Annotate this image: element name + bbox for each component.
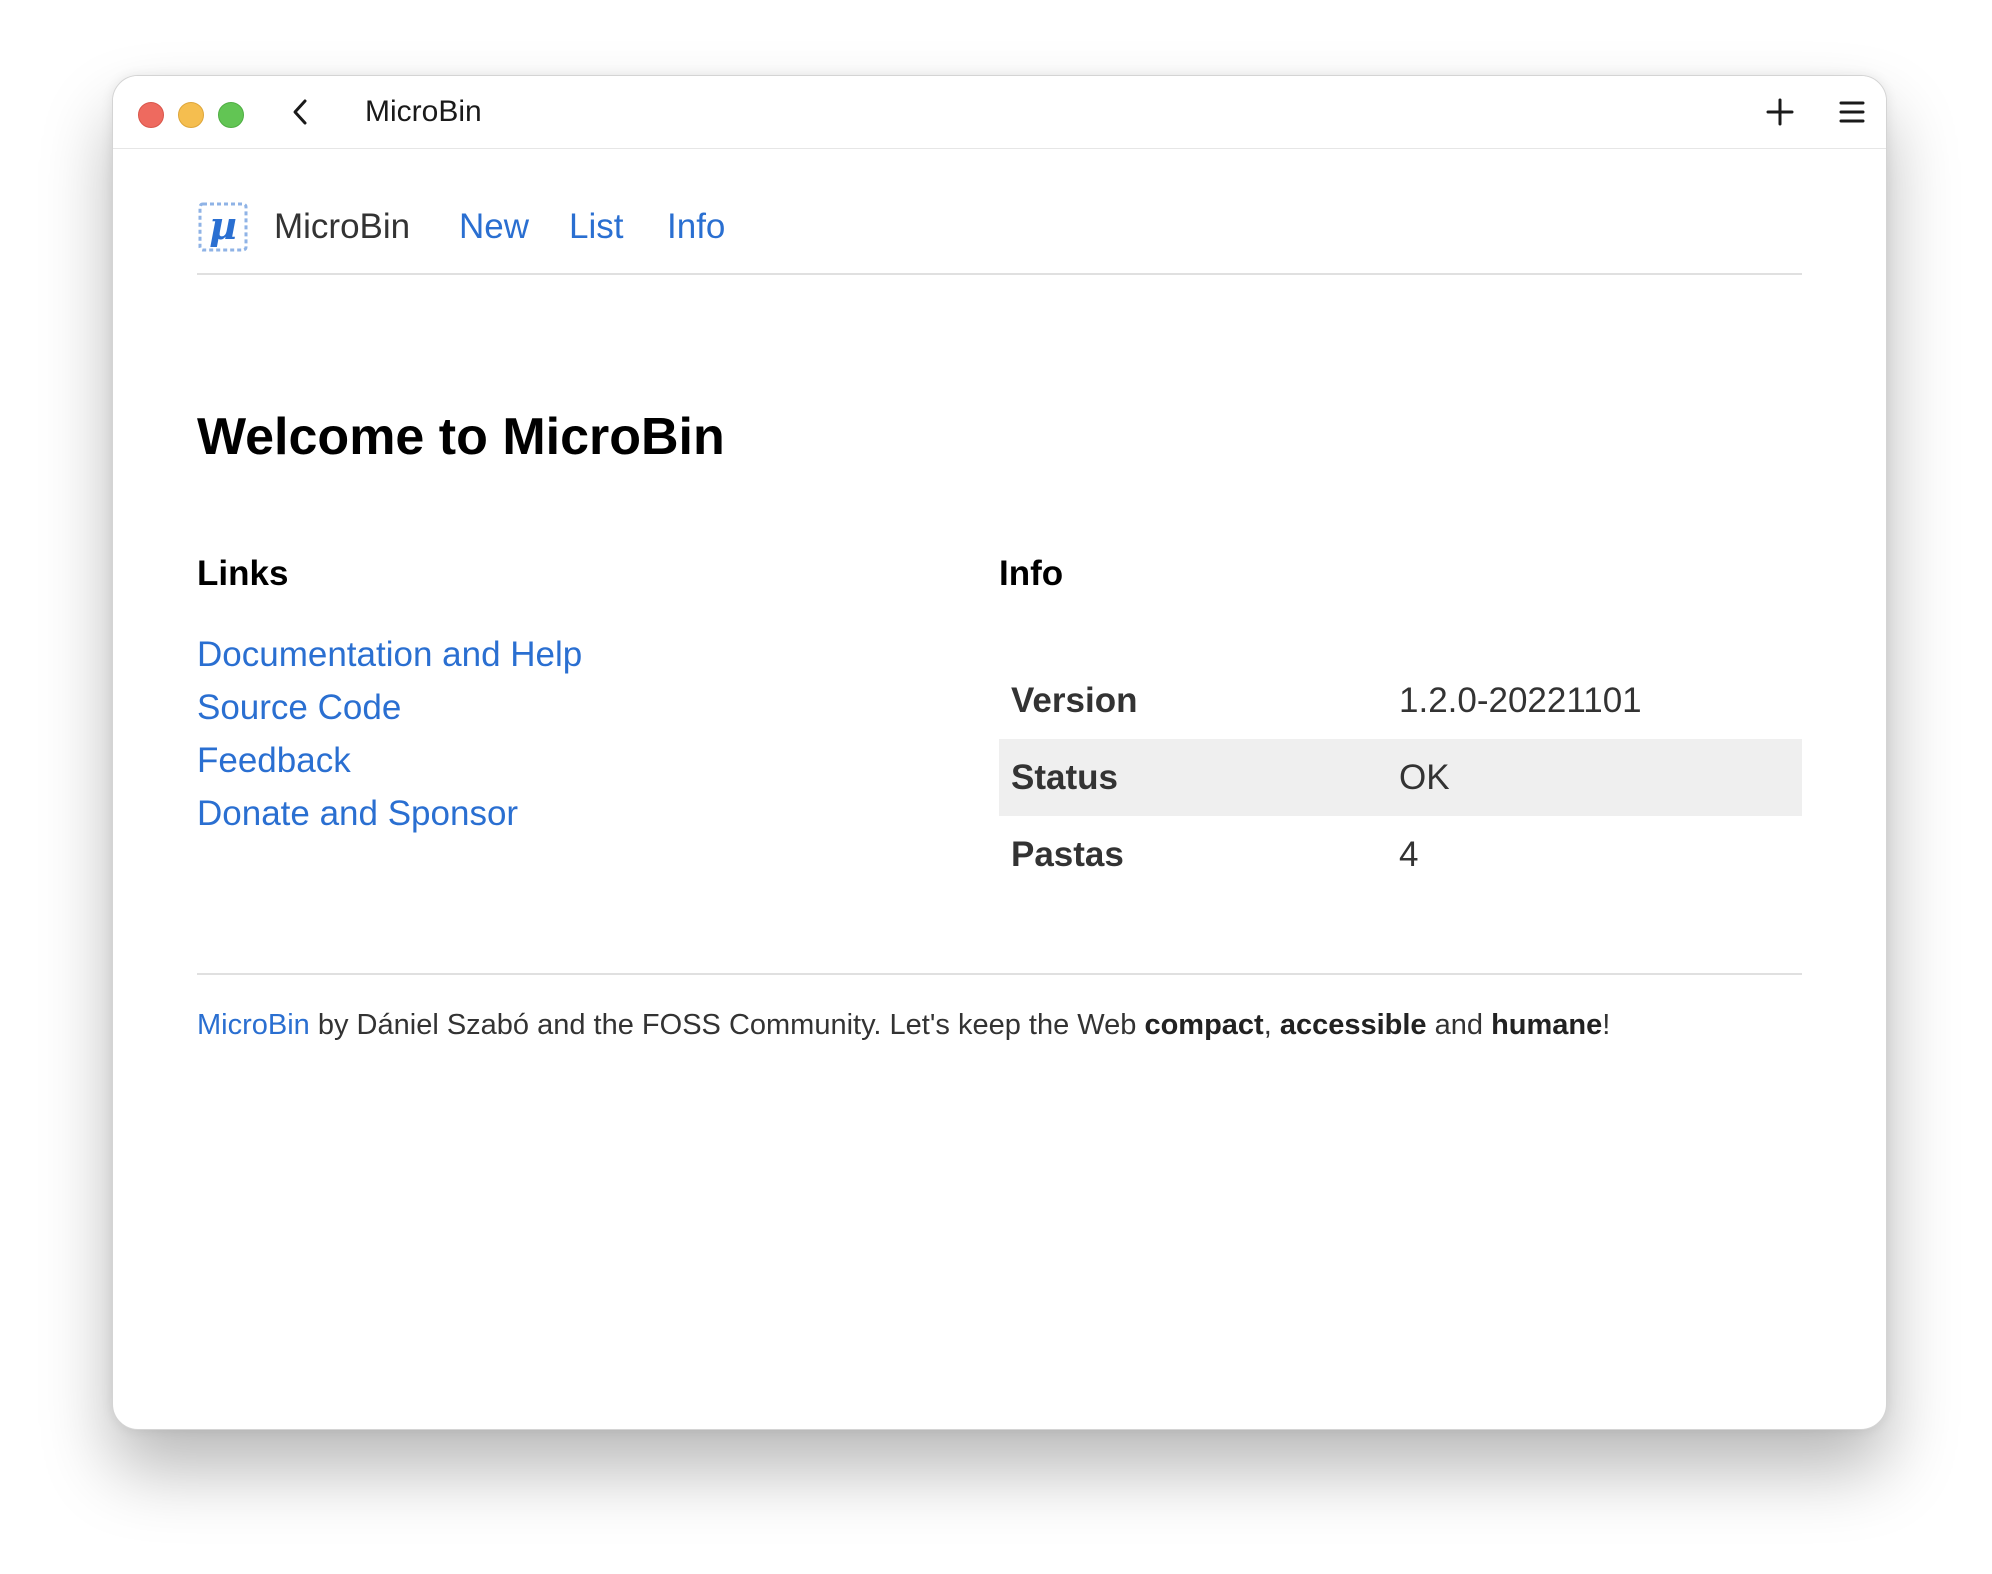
table-row: Pastas 4 — [999, 816, 1802, 893]
links-section-title: Links — [197, 554, 289, 593]
minimize-window-button[interactable] — [178, 102, 204, 128]
page-title: Welcome to MicroBin — [197, 408, 725, 466]
nav-link-info[interactable]: Info — [667, 207, 725, 247]
info-table: Version 1.2.0-20221101 Status OK Pastas … — [999, 662, 1802, 893]
info-value: OK — [1399, 739, 1802, 816]
desktop: MicroBin µ MicroBin New List Info Welcom… — [0, 0, 1992, 1574]
close-window-button[interactable] — [138, 102, 164, 128]
table-row: Status OK — [999, 739, 1802, 816]
top-navigation: µ MicroBin New List Info — [197, 148, 1802, 275]
microbin-logo-icon[interactable]: µ — [197, 201, 249, 253]
info-section-title: Info — [999, 554, 1064, 593]
donate-link[interactable]: Donate and Sponsor — [197, 794, 518, 833]
list-item: Source Code — [197, 681, 582, 734]
info-value: 4 — [1399, 834, 1419, 874]
title-bar: MicroBin — [113, 76, 1886, 149]
info-key: Version — [1011, 680, 1138, 720]
footer-bold-accessible: accessible — [1279, 1009, 1427, 1041]
back-button[interactable] — [283, 94, 319, 130]
menu-button[interactable] — [1834, 94, 1870, 130]
feedback-link[interactable]: Feedback — [197, 741, 351, 780]
footer-bold-humane: humane — [1491, 1009, 1603, 1041]
footer: MicroBin by Dániel Szabó and the FOSS Co… — [197, 1005, 1610, 1045]
source-code-link[interactable]: Source Code — [197, 688, 401, 727]
new-tab-button[interactable] — [1762, 94, 1798, 130]
footer-microbin-link[interactable]: MicroBin — [197, 1009, 310, 1041]
links-list: Documentation and Help Source Code Feedb… — [197, 628, 582, 840]
window-title: MicroBin — [365, 95, 482, 128]
plus-icon — [1766, 98, 1794, 126]
chevron-left-icon — [293, 99, 307, 125]
table-row: Version 1.2.0-20221101 — [999, 662, 1802, 739]
footer-divider — [197, 973, 1802, 975]
zoom-window-button[interactable] — [218, 102, 244, 128]
footer-text: and — [1426, 1009, 1492, 1041]
info-key: Pastas — [1011, 834, 1124, 874]
list-item: Feedback — [197, 734, 582, 787]
footer-bold-compact: compact — [1144, 1009, 1264, 1041]
hamburger-menu-icon — [1839, 101, 1865, 123]
footer-text: ! — [1602, 1009, 1611, 1041]
list-item: Documentation and Help — [197, 628, 582, 681]
browser-window: MicroBin µ MicroBin New List Info Welcom… — [112, 75, 1887, 1430]
info-value: 1.2.0-20221101 — [1399, 680, 1642, 720]
info-key: Status — [999, 739, 1399, 816]
brand-name[interactable]: MicroBin — [274, 207, 410, 247]
logo-glyph: µ — [209, 203, 237, 248]
footer-text: by Dániel Szabó and the FOSS Community. … — [309, 1009, 1145, 1041]
list-item: Donate and Sponsor — [197, 787, 582, 840]
nav-link-list[interactable]: List — [569, 207, 623, 247]
documentation-link[interactable]: Documentation and Help — [197, 635, 582, 674]
page-content: µ MicroBin New List Info Welcome to Micr… — [197, 148, 1802, 1041]
nav-link-new[interactable]: New — [459, 207, 529, 247]
footer-text: , — [1263, 1009, 1280, 1041]
